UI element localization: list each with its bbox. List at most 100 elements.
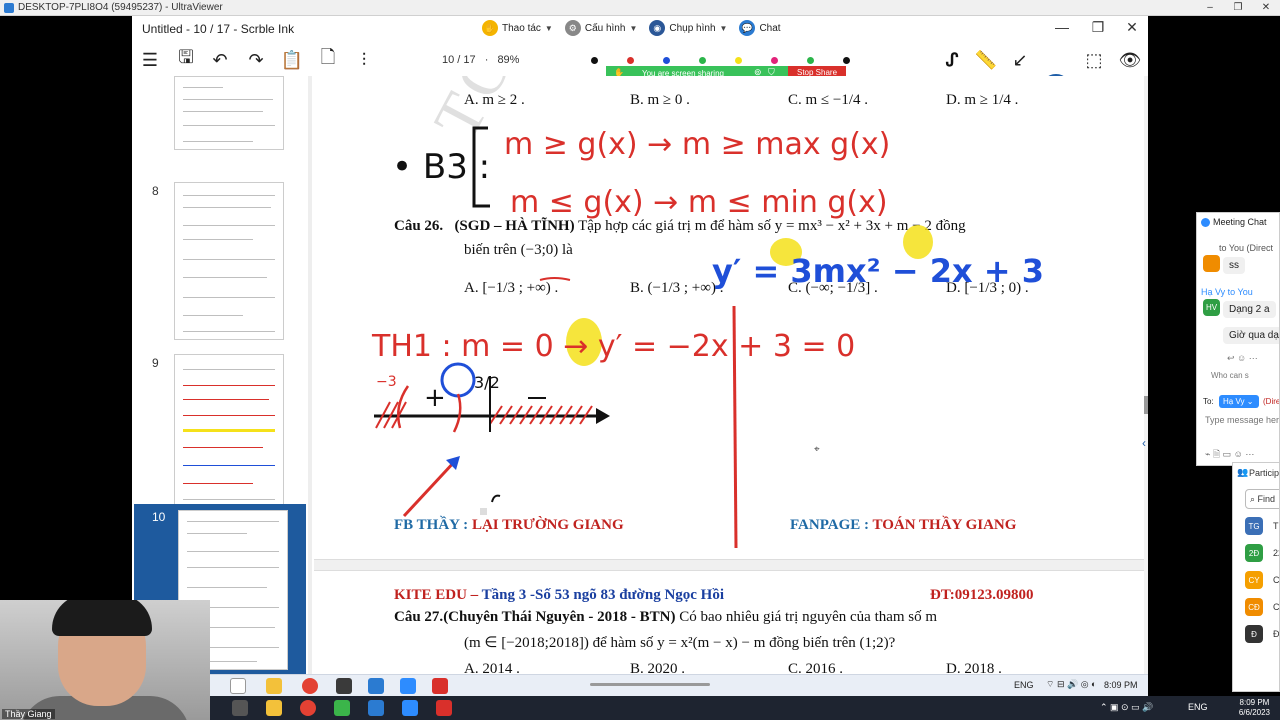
page-thumbnail-9[interactable] <box>174 354 284 510</box>
ink-right-paren <box>452 393 462 433</box>
chat-to-you: to You (Direct <box>1219 243 1273 253</box>
page-scrollbar[interactable] <box>1144 76 1148 692</box>
task-view-icon[interactable] <box>232 700 248 716</box>
zoom-taskbar-icon[interactable] <box>400 678 416 694</box>
thumbnail-number: 8 <box>152 184 159 198</box>
chat-button[interactable]: 💬 Chat <box>739 20 781 36</box>
ink-line1: m ≥ g(x) → m ≥ max g(x) <box>504 127 890 162</box>
participant-avatar: TG <box>1245 517 1263 535</box>
document-page[interactable]: TOÁN THẦY GIANG A. m ≥ 2 . B. m ≥ 0 . C.… <box>314 76 1148 692</box>
chat-recipient-dropdown[interactable]: Hạ Vy ⌄ <box>1219 395 1259 408</box>
pen-color-5[interactable] <box>735 57 742 64</box>
ruler-icon[interactable]: 📏 <box>974 48 998 72</box>
shape-pen-icon[interactable]: ᔑ <box>940 48 964 72</box>
remote-viewer-title: DESKTOP-7PLI8O4 (59495237) - UltraViewer <box>18 2 223 13</box>
chevron-left-icon[interactable]: ‹ <box>1142 436 1146 450</box>
participant-name[interactable]: Đề <box>1273 629 1279 639</box>
ultraviewer-taskbar-icon[interactable] <box>368 678 384 694</box>
chat-recipient: to You (Direct <box>1219 243 1274 253</box>
arrow-tool-icon[interactable]: ↙ <box>1008 48 1032 72</box>
app-maximize-button[interactable]: ❐ <box>1086 19 1110 36</box>
thumbnail-scrollbar[interactable] <box>308 76 312 692</box>
scrollbar-thumb[interactable] <box>1144 396 1148 414</box>
ink-underline <box>539 277 571 281</box>
new-page-icon[interactable]: 🗋 <box>316 47 340 72</box>
pen-color-8[interactable] <box>843 57 850 64</box>
actions-menu[interactable]: ✋ Thao tác ▼ <box>482 20 553 36</box>
select-region-icon[interactable]: ⬚ <box>1082 48 1106 72</box>
ink-scribble <box>491 494 501 503</box>
pen-color-1[interactable] <box>591 57 598 64</box>
save-icon[interactable]: 🖫 <box>174 47 198 72</box>
app-close-button[interactable]: ✕ <box>1120 19 1144 36</box>
app-minimize-button[interactable]: — <box>1050 19 1074 35</box>
file-explorer-icon[interactable] <box>266 700 282 716</box>
participants-icon: 👥 <box>1237 467 1249 477</box>
scrble-ink-taskbar-icon[interactable] <box>436 700 452 716</box>
local-tray-icons[interactable]: ⌃ ▣ ⊙ ▭ 🔊 <box>1100 702 1153 713</box>
zoom-icon <box>1201 217 1210 227</box>
chat-format-icons[interactable]: ⌁ 🗎 ▭ ☺ ⋯ <box>1205 447 1254 463</box>
app-icon[interactable] <box>336 678 352 694</box>
remote-clock[interactable]: 8:09 PM <box>1104 680 1138 690</box>
participant-avatar: CĐ <box>1245 598 1263 616</box>
settings-sliders-icon[interactable]: ⫶ <box>352 48 376 72</box>
config-menu[interactable]: ⚙ Cấu hình ▼ <box>564 20 638 36</box>
hamburger-menu-icon[interactable]: ☰ <box>138 48 162 72</box>
ultraviewer-icon <box>4 2 14 13</box>
chat-message: Giờ qua dạ <box>1223 327 1279 344</box>
remote-tray-icons[interactable]: ⌔ ⊟ 🔊 ◎ ◐ <box>1046 679 1097 690</box>
remote-close-button[interactable]: ✕ <box>1252 0 1280 16</box>
page-thumbnail-7[interactable] <box>174 76 284 150</box>
pen-color-6[interactable] <box>771 57 778 64</box>
chevron-down-icon: ▼ <box>629 23 638 33</box>
pen-color-3[interactable] <box>663 57 670 64</box>
clipboard-icon[interactable]: 📋 <box>280 48 304 72</box>
chat-icon: 💬 <box>739 20 756 36</box>
page-thumbnail-8[interactable] <box>174 182 284 340</box>
participant-avatar: 2Đ <box>1245 544 1263 562</box>
cursor-crosshair-icon: ⌖ <box>814 444 820 455</box>
pen-color-2[interactable] <box>627 57 634 64</box>
scrble-ink-taskbar-icon[interactable] <box>432 678 448 694</box>
participant-name[interactable]: 22 <box>1273 548 1279 558</box>
pen-color-7[interactable] <box>807 57 814 64</box>
zoom-level[interactable]: 89% <box>497 54 519 66</box>
file-explorer-icon[interactable] <box>266 678 282 694</box>
local-clock[interactable]: 8:09 PM 6/6/2023 <box>1239 698 1270 718</box>
app-icon[interactable] <box>334 700 350 716</box>
scrble-ink-window: Untitled - 10 / 17 - Scrble Ink — ❐ ✕ ✋ … <box>132 16 1148 692</box>
redo-icon[interactable]: ↷ <box>244 48 268 72</box>
meeting-chat-panel: Meeting Chat to You (Direct ss Hạ Vy to … <box>1196 212 1280 466</box>
screenshot-menu[interactable]: ◉ Chụp hình ▼ <box>649 20 727 36</box>
taskbar-scroll-indicator <box>590 683 710 686</box>
participant-name[interactable]: Th <box>1273 521 1279 531</box>
chrome-icon[interactable] <box>300 700 316 716</box>
chrome-icon[interactable] <box>302 678 318 694</box>
chat-who-can-see[interactable]: Who can s <box>1211 371 1249 380</box>
ink-th1: TH1 : m = 0 → y′ = −2x + 3 = 0 <box>371 329 855 364</box>
view-icon[interactable]: 👁 <box>1118 48 1142 72</box>
undo-icon[interactable]: ↶ <box>208 48 232 72</box>
config-label: Cấu hình <box>584 22 626 34</box>
remote-maximize-button[interactable]: ❐ <box>1224 0 1252 16</box>
search-icon[interactable] <box>230 678 246 694</box>
ultraviewer-taskbar-icon[interactable] <box>368 700 384 716</box>
ink-vertical-line <box>732 305 738 549</box>
chat-message-input[interactable] <box>1205 413 1279 427</box>
local-lang[interactable]: ENG <box>1188 702 1208 712</box>
participants-search-input[interactable]: ⌕ Find <box>1245 489 1279 509</box>
pen-color-4[interactable] <box>699 57 706 64</box>
app-titlebar: Untitled - 10 / 17 - Scrble Ink — ❐ ✕ ✋ … <box>132 16 1148 40</box>
remote-minimize-button[interactable]: – <box>1196 0 1224 16</box>
zoom-taskbar-icon[interactable] <box>402 700 418 716</box>
participant-name[interactable]: Ch <box>1273 575 1279 585</box>
remote-lang[interactable]: ENG <box>1014 680 1034 690</box>
search-icon: ⌕ <box>1250 494 1258 504</box>
chat-reaction-icons[interactable]: ↩ ☺ ⋯ <box>1227 353 1258 364</box>
chat-direct-label: (Direc <box>1263 397 1280 406</box>
participant-name[interactable]: Cô <box>1273 602 1279 612</box>
person-hair <box>52 600 152 636</box>
local-date: 6/6/2023 <box>1238 708 1270 717</box>
participant-avatar: Đ <box>1245 625 1263 643</box>
